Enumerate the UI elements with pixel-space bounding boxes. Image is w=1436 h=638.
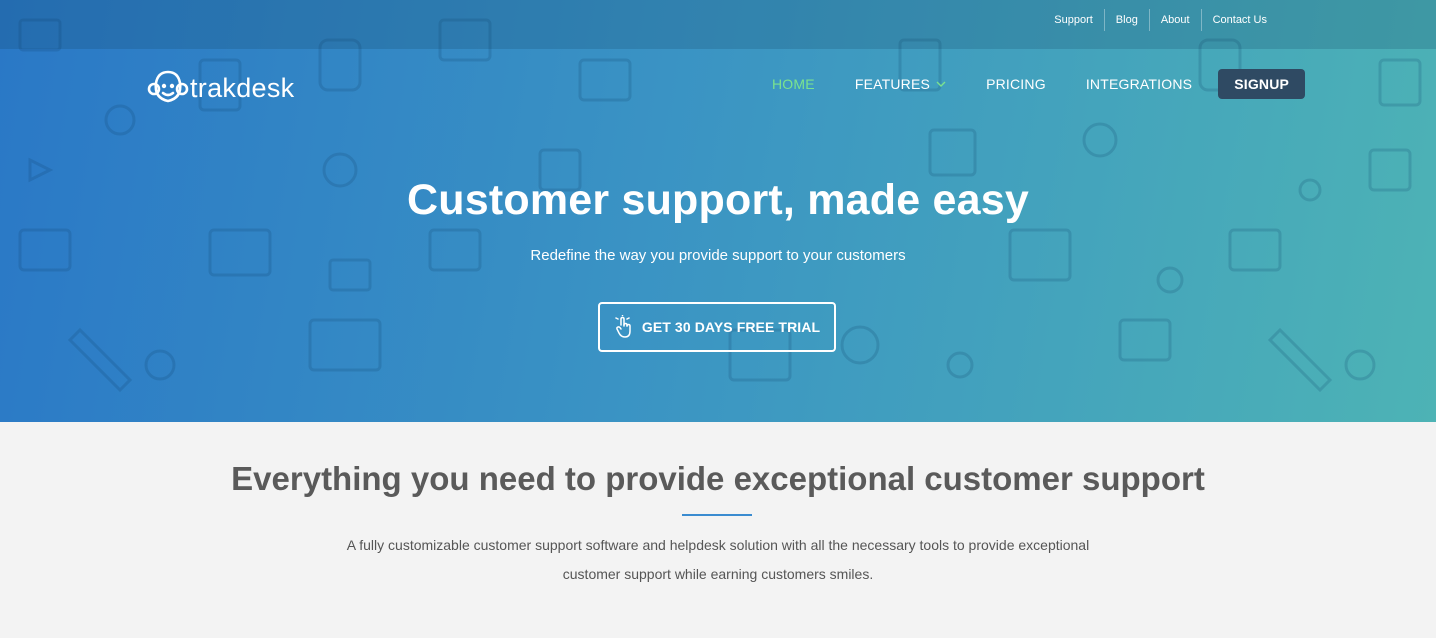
heading-divider xyxy=(682,514,752,516)
nav-home[interactable]: HOME xyxy=(772,69,815,99)
hero-title: Customer support, made easy xyxy=(407,176,1029,224)
features-heading: Everything you need to provide exception… xyxy=(231,460,1205,497)
hero-banner: Support Blog About Contact Us trakdesk H… xyxy=(0,0,1436,422)
nav-features[interactable]: FEATURES xyxy=(855,69,946,99)
monkey-logo-icon xyxy=(147,70,189,103)
nav-integrations[interactable]: INTEGRATIONS xyxy=(1086,69,1192,99)
nav-features-label: FEATURES xyxy=(854,76,931,92)
nav-pricing[interactable]: PRICING xyxy=(986,69,1046,99)
hero-subtitle: Redefine the way you provide support to … xyxy=(530,247,906,264)
free-trial-label: GET 30 DAYS FREE TRIAL xyxy=(641,319,821,335)
top-links: Support Blog About Contact Us xyxy=(1043,9,1278,31)
about-link[interactable]: About xyxy=(1148,9,1201,31)
logo-text: trakdesk xyxy=(190,72,295,103)
blog-link[interactable]: Blog xyxy=(1103,9,1149,31)
free-trial-button[interactable]: GET 30 DAYS FREE TRIAL xyxy=(598,302,836,352)
main-navigation: HOME FEATURES PRICING INTEGRATIONS SIGNU… xyxy=(772,69,1345,99)
logo[interactable]: trakdesk xyxy=(146,68,294,108)
pointer-click-icon xyxy=(615,315,631,338)
chevron-down-icon xyxy=(936,81,946,87)
features-description: A fully customizable customer support so… xyxy=(346,537,1090,582)
support-link[interactable]: Support xyxy=(1043,9,1104,31)
signup-button[interactable]: SIGNUP xyxy=(1218,69,1306,99)
contact-us-link[interactable]: Contact Us xyxy=(1200,9,1278,31)
